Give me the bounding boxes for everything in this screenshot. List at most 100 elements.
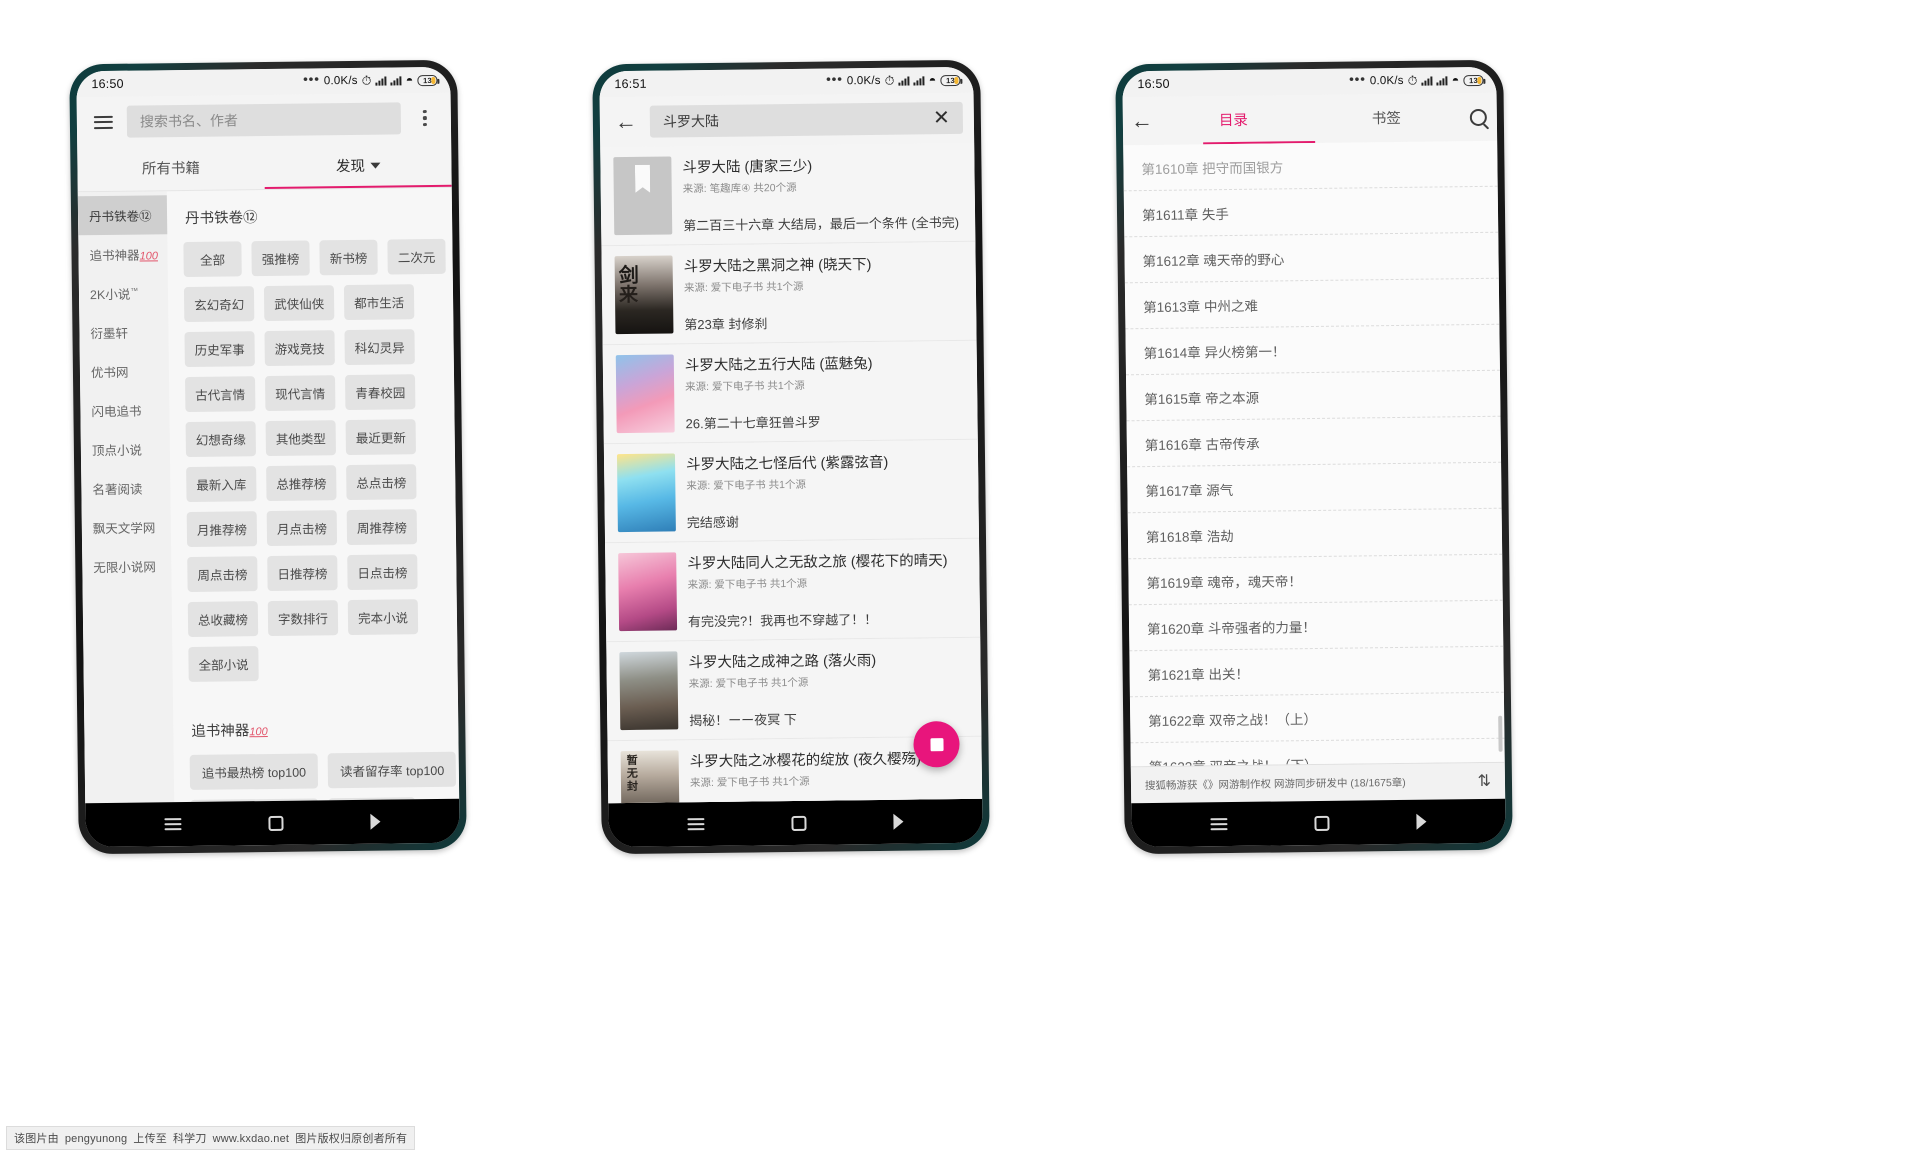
chip-gudaiyanqing[interactable]: 古代言情 <box>185 376 256 413</box>
chip-zongshoucangbang[interactable]: 总收藏榜 <box>187 601 259 637</box>
chip-yuedianjibang[interactable]: 月点击榜 <box>266 510 338 547</box>
list-item[interactable]: 斗罗大陆同人之无敌之旅 (樱花下的晴天) 来源: 爱下电子书 共1个源 有完没完… <box>605 538 981 643</box>
chip-youxijingji[interactable]: 游戏竞技 <box>264 330 335 367</box>
chip-qitaleixing[interactable]: 其他类型 <box>265 420 337 457</box>
chapter-list[interactable]: 第1610章 把守而国银方 第1611章 失手 第1612章 魂天帝的野心 第1… <box>1123 140 1505 767</box>
sidebar-item-2kxiaoshuo[interactable]: 2K小说™ <box>79 273 168 313</box>
chip-erciyuan[interactable]: 二次元 <box>387 238 446 275</box>
chip-dushishenghuo[interactable]: 都市生活 <box>343 284 415 321</box>
badge-tm: ™ <box>130 286 139 296</box>
chip-reader-retention-top100[interactable]: 读者留存率 top100 <box>327 751 457 789</box>
list-item[interactable]: 第1611章 失手 <box>1123 186 1499 238</box>
list-item[interactable]: 第1613章 中州之难 <box>1124 278 1500 330</box>
chip-xuanhuanqihuan[interactable]: 玄幻奇幻 <box>183 286 255 323</box>
chip-zuijingengxin[interactable]: 最近更新 <box>345 419 417 456</box>
list-item[interactable]: 第1616章 古帝传承 <box>1126 416 1502 468</box>
search-icon[interactable] <box>1463 102 1493 132</box>
hamburger-icon[interactable] <box>88 107 118 137</box>
back-triangle-icon[interactable] <box>1416 813 1427 830</box>
tab-all-books[interactable]: 所有书籍 <box>77 145 265 191</box>
home-icon[interactable] <box>268 815 284 831</box>
book-source: 来源: 爱下电子书 共1个源 <box>683 280 804 295</box>
list-item[interactable]: 第1623章 双帝之战！（下） <box>1130 738 1505 767</box>
chip-lishijunshi[interactable]: 历史军事 <box>184 331 255 368</box>
badge-100: 100 <box>249 726 268 739</box>
sidebar-item-zhuishushenqi[interactable]: 追书神器100 <box>78 234 167 274</box>
search-input[interactable]: 斗罗大陆 ✕ <box>649 101 964 138</box>
chip-quanbuxiaoshuo[interactable]: 全部小说 <box>188 646 259 682</box>
chip-zuixinruku[interactable]: 最新入库 <box>186 466 257 502</box>
sidebar-item-dingdianxiaoshuo[interactable]: 顶点小说 <box>81 429 170 469</box>
list-item[interactable]: 斗罗大陆之黑洞之神 (晓天下) 来源: 爱下电子书 共1个源 第23章 封修刹 <box>601 241 977 346</box>
chip-row: 月推荐榜 月点击榜 周推荐榜 <box>186 509 444 547</box>
recent-apps-icon[interactable] <box>687 815 705 833</box>
sidebar-item-piaotianwenxue[interactable]: 飘天文学网 <box>82 507 171 547</box>
phone-mockup-chapter-list: 16:50 ••• 0.0K/s ⏱ ◓ 13 ← 目录 书签 第1610章 把… <box>1115 59 1513 855</box>
sidebar-item-danshutiejuan[interactable]: 丹书铁卷⑫ <box>77 195 168 236</box>
sidebar-item-shandianzhuishu[interactable]: 闪电追书 <box>80 390 169 430</box>
chip-xinshubang[interactable]: 新书榜 <box>319 239 378 276</box>
back-triangle-icon[interactable] <box>370 813 381 830</box>
chip-zongdianjibang[interactable]: 总点击榜 <box>346 464 417 501</box>
android-nav-bar <box>608 798 983 848</box>
signal-bars-icon <box>1421 76 1433 86</box>
list-item[interactable]: 第1622章 双帝之战！（上） <box>1129 692 1505 744</box>
chip-rituijianbang[interactable]: 日推荐榜 <box>267 555 338 592</box>
list-item[interactable]: 斗罗大陆 (唐家三少) 来源: 笔趣库④ 共20个源 第二百三十六章 大结局，最… <box>600 142 976 247</box>
chip-row: 幻想奇缘 其他类型 最近更新 <box>185 419 443 458</box>
list-item[interactable]: 第1615章 帝之本源 <box>1125 370 1501 422</box>
app-bar: 搜索书名、作者 <box>76 92 452 148</box>
home-icon[interactable] <box>1314 815 1330 831</box>
chip-zongtuijianbang[interactable]: 总推荐榜 <box>266 465 337 502</box>
book-title: 斗罗大陆之七怪后代 (紫露弦音) <box>685 454 889 474</box>
watermark-author: pengyunong <box>64 1133 128 1145</box>
sort-reverse-icon[interactable]: ⇅ <box>1477 771 1491 791</box>
close-icon[interactable]: ✕ <box>933 107 950 129</box>
list-item[interactable]: 第1619章 魂帝，魂天帝！ <box>1128 554 1503 606</box>
scrollbar-thumb[interactable] <box>1498 715 1503 752</box>
tab-bookmarks[interactable]: 书签 <box>1310 93 1464 143</box>
list-item[interactable]: 第1617章 源气 <box>1127 462 1502 514</box>
chip-quanbu[interactable]: 全部 <box>183 241 242 278</box>
list-item[interactable]: 第1620章 斗帝强者的力量！ <box>1128 600 1504 652</box>
recent-apps-icon[interactable] <box>164 815 182 833</box>
recent-apps-icon[interactable] <box>1210 815 1228 833</box>
list-item[interactable]: 第1612章 魂天帝的野心 <box>1124 232 1499 284</box>
book-title: 斗罗大陆同人之无敌之旅 (樱花下的晴天) <box>687 553 948 573</box>
list-item[interactable]: 第1614章 异火榜第一！ <box>1125 324 1500 376</box>
list-item[interactable]: 斗罗大陆之七怪后代 (紫露弦音) 来源: 爱下电子书 共1个源 完结感谢 <box>603 439 980 544</box>
book-source: 来源: 爱下电子书 共1个源 <box>688 676 809 691</box>
book-title: 斗罗大陆 (唐家三少) <box>682 158 813 177</box>
list-item[interactable]: 第1618章 浩劫 <box>1127 508 1503 560</box>
arrow-left-icon[interactable]: ← <box>1127 106 1157 136</box>
chip-qiangtuibang[interactable]: 强推榜 <box>251 240 310 277</box>
sidebar-item-youshuwang[interactable]: 优书网 <box>80 351 169 391</box>
chip-zhoudianjibang[interactable]: 周点击榜 <box>187 556 258 592</box>
kebab-menu-icon[interactable] <box>410 103 440 133</box>
list-item[interactable]: 第1621章 出关！ <box>1129 646 1504 698</box>
home-icon[interactable] <box>791 815 807 831</box>
chip-kehuanlingyi[interactable]: 科幻灵异 <box>344 329 415 366</box>
chip-ridianjibang[interactable]: 日点击榜 <box>347 554 418 591</box>
sidebar-item-yanmoxuan[interactable]: 衍墨轩 <box>79 312 168 352</box>
search-results-list[interactable]: 斗罗大陆 (唐家三少) 来源: 笔趣库④ 共20个源 第二百三十六章 大结局，最… <box>600 142 983 804</box>
chip-wanbenxiaoshuo[interactable]: 完本小说 <box>347 599 419 636</box>
chip-zishupaihang[interactable]: 字数排行 <box>267 600 339 637</box>
chip-yuetuijianbang[interactable]: 月推荐榜 <box>186 511 258 547</box>
tab-catalog[interactable]: 目录 <box>1157 95 1311 145</box>
chip-zhoutuijianbang[interactable]: 周推荐榜 <box>346 509 418 546</box>
chip-huanxiangqiyuan[interactable]: 幻想奇缘 <box>185 421 257 458</box>
arrow-left-icon[interactable]: ← <box>611 107 641 137</box>
chip-qingchunxiaoyuan[interactable]: 青春校园 <box>345 374 416 411</box>
search-input[interactable]: 搜索书名、作者 <box>126 102 402 138</box>
chip-xiandaiyanqing[interactable]: 现代言情 <box>265 375 336 412</box>
sidebar-item-wuxianxiaoshuo[interactable]: 无限小说网 <box>82 546 171 586</box>
sidebar-item-mingzhuyuedu[interactable]: 名著阅读 <box>81 468 170 508</box>
back-triangle-icon[interactable] <box>893 813 904 830</box>
list-item[interactable]: 第1610章 把守而国银方 <box>1123 140 1498 192</box>
tab-discover[interactable]: 发现 <box>264 143 452 189</box>
chip-wuxiaxianxia[interactable]: 武侠仙侠 <box>263 285 335 322</box>
list-item[interactable]: 斗罗大陆之五行大陆 (蓝魅兔) 来源: 爱下电子书 共1个源 26.第二十七章狂… <box>602 340 978 445</box>
watermark-site: 科学刀 <box>172 1133 207 1145</box>
chip-zhuishu-hot-top100[interactable]: 追书最热榜 top100 <box>189 753 319 790</box>
